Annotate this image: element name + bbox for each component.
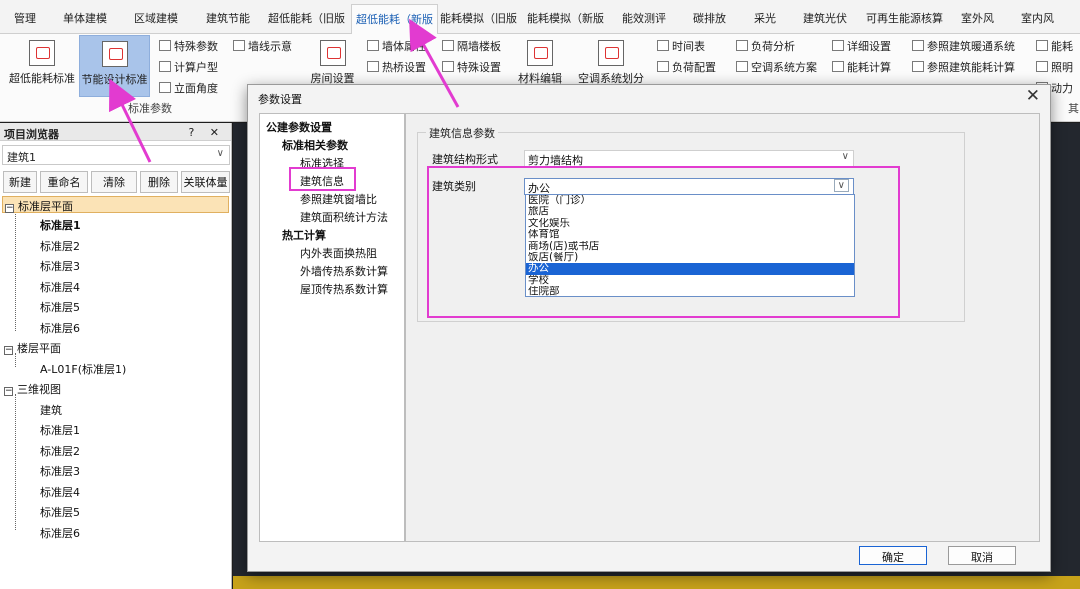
arrow-to-tab <box>409 18 460 108</box>
annotation-arrows <box>109 18 460 163</box>
watermark: 大数跨境 <box>10 562 82 583</box>
arrow-to-standard-button <box>109 78 152 163</box>
